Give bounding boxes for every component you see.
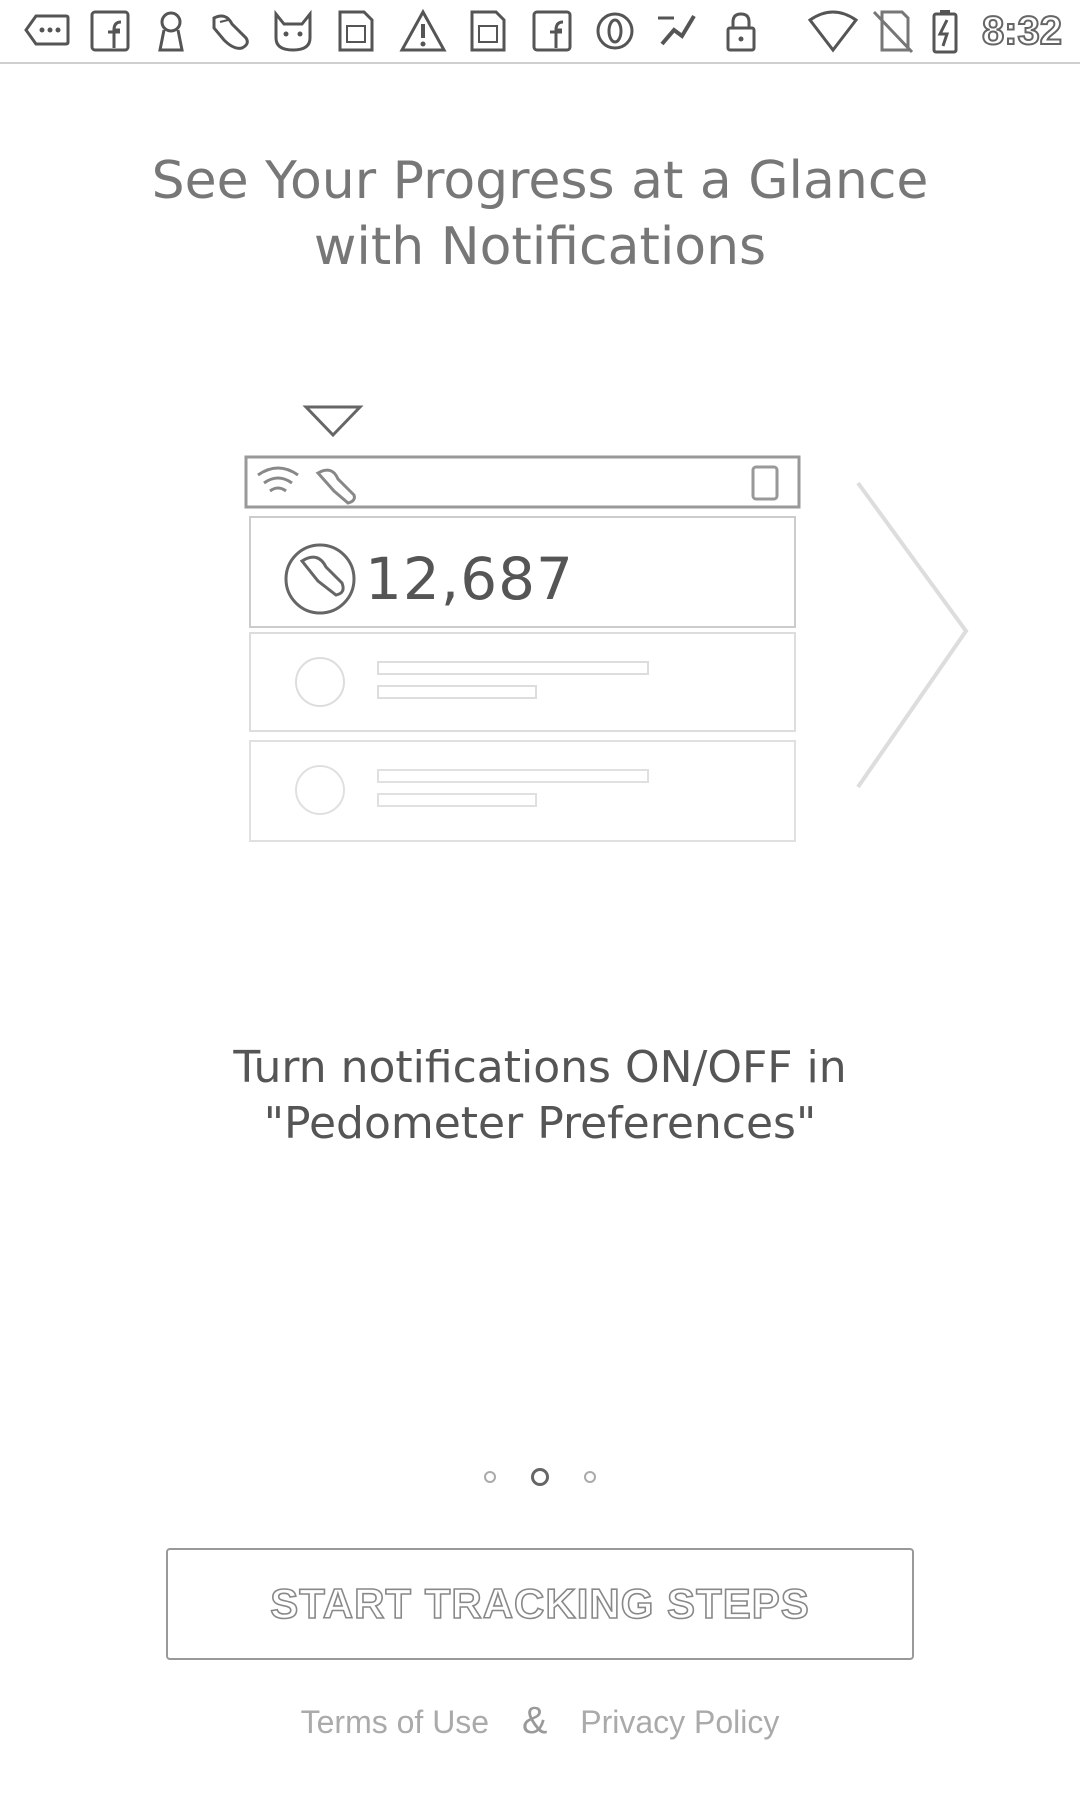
page-dot-active[interactable]: [531, 1468, 549, 1486]
title-line-2: with Notifications: [313, 217, 767, 277]
placeholder-card: [249, 740, 796, 842]
lock-icon: [716, 8, 766, 54]
mini-status-bar: [244, 455, 801, 509]
wifi-icon: [807, 8, 859, 54]
placeholder-card: [249, 632, 796, 732]
no-sim-icon: [868, 8, 918, 54]
facebook-icon: [86, 8, 136, 54]
onboarding-subtitle: Turn notifications ON/OFF in "Pedometer …: [0, 1040, 1080, 1152]
fit-icon: [652, 8, 702, 54]
opera-icon: [590, 8, 640, 54]
battery-charging-icon: [920, 8, 970, 54]
shoe-icon: [206, 8, 256, 54]
notification-illustration: [0, 395, 1080, 865]
keyhole-icon: [146, 8, 196, 54]
onboarding-title: See Your Progress at a Glance with Notif…: [0, 148, 1080, 280]
terms-link[interactable]: Terms of Use: [301, 1704, 489, 1740]
subtitle-line-1: Turn notifications ON/OFF in: [233, 1042, 847, 1093]
legal-footer: Terms of Use & Privacy Policy: [0, 1700, 1080, 1743]
subtitle-line-2: "Pedometer Preferences": [263, 1098, 817, 1149]
footer-separator: &: [521, 1700, 548, 1742]
sim-card-icon: [330, 8, 380, 54]
page-indicator: [0, 1468, 1080, 1490]
pull-down-triangle-icon: [302, 405, 364, 438]
warning-icon: [398, 8, 448, 54]
facebook-icon: [528, 8, 578, 54]
step-count: 12,687: [365, 545, 574, 613]
sim-card-icon: [462, 8, 512, 54]
start-tracking-button[interactable]: START TRACKING STEPS: [166, 1548, 914, 1660]
page-dot[interactable]: [483, 1471, 496, 1483]
status-time: 8:32: [981, 8, 1063, 54]
next-chevron-icon: [856, 481, 969, 789]
cat-icon: [268, 8, 318, 54]
onboarding-screen: 8:32 See Your Progress at a Glance with …: [0, 0, 1080, 1794]
privacy-link[interactable]: Privacy Policy: [580, 1704, 779, 1740]
chat-more-icon: [22, 8, 72, 54]
page-dot[interactable]: [584, 1471, 597, 1483]
status-bar: 8:32: [0, 0, 1080, 64]
title-line-1: See Your Progress at a Glance: [151, 151, 929, 211]
